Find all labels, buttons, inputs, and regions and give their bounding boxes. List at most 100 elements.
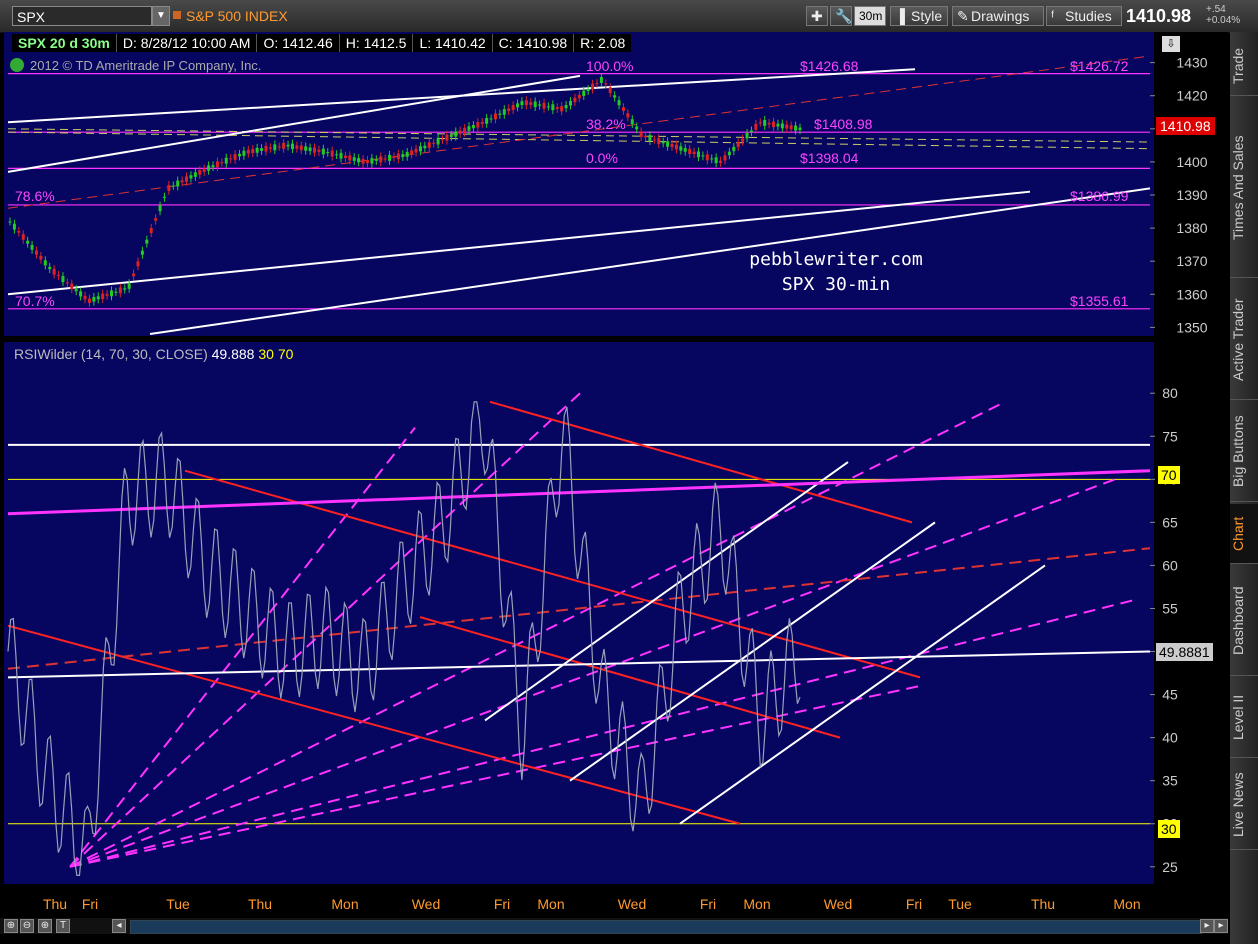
candle-body bbox=[608, 87, 612, 94]
bar-range: R: 2.08 bbox=[573, 34, 631, 52]
time-scrollbar[interactable]: ⊕ ⊖ ⊕ T ◂ ▸ ▸ bbox=[0, 918, 1228, 934]
candle-body bbox=[132, 273, 136, 277]
candle-body bbox=[233, 154, 237, 160]
candle-body bbox=[401, 154, 405, 158]
rsi-header: RSIWilder (14, 70, 30, CLOSE) 49.888 30 … bbox=[14, 346, 293, 362]
candle-body bbox=[516, 103, 520, 108]
candle-body bbox=[741, 138, 745, 142]
candle-body bbox=[295, 145, 299, 149]
candle-body bbox=[277, 146, 281, 148]
zoom-out-icon[interactable]: ⊖ bbox=[20, 919, 34, 933]
bar-close: C: 1410.98 bbox=[491, 34, 574, 52]
candle-body bbox=[754, 123, 758, 130]
candle-body bbox=[410, 150, 414, 155]
candle-body bbox=[604, 83, 608, 85]
tab-dashboard[interactable]: Dashboard bbox=[1230, 566, 1258, 676]
dashed-trendline bbox=[7, 128, 1151, 143]
rsi-white-channel bbox=[484, 461, 849, 722]
candle-body bbox=[61, 276, 65, 283]
candle-body bbox=[533, 101, 537, 108]
rsi-70-tag: 70 bbox=[1158, 466, 1180, 484]
candle-body bbox=[171, 185, 175, 187]
zoom-in-icon[interactable]: ⊕ bbox=[4, 919, 18, 933]
tab-times-and-sales[interactable]: Times And Sales bbox=[1230, 98, 1258, 278]
candle-body bbox=[569, 101, 573, 106]
candle-body bbox=[794, 125, 798, 131]
rsi-ytick-label: 65 bbox=[1162, 514, 1178, 530]
zoom-box-icon[interactable]: ⊕ bbox=[38, 919, 52, 933]
scroll-track[interactable] bbox=[130, 920, 1202, 934]
chart-svg: 1350136013701380139014001410142014302530… bbox=[7, 55, 1208, 912]
candle-body bbox=[511, 105, 515, 111]
tab-live-news[interactable]: Live News bbox=[1230, 760, 1258, 850]
rsi-ytick-label: 35 bbox=[1162, 773, 1178, 789]
fib-707: 70.7% bbox=[15, 293, 55, 309]
pane-menu-icon[interactable]: ⇩ bbox=[1162, 36, 1180, 52]
candle-body bbox=[383, 158, 387, 160]
scroll-left-icon[interactable]: ◂ bbox=[112, 919, 126, 933]
candle-body bbox=[17, 231, 21, 233]
candle-body bbox=[304, 146, 308, 151]
tab-active-trader[interactable]: Active Trader bbox=[1230, 280, 1258, 400]
tab-chart[interactable]: Chart bbox=[1230, 504, 1258, 564]
candle-body bbox=[290, 143, 294, 150]
candle-body bbox=[330, 150, 334, 157]
scroll-end-icon[interactable]: ▸ bbox=[1214, 919, 1228, 933]
candle-body bbox=[127, 283, 131, 289]
candle-body bbox=[321, 148, 325, 155]
candle-body bbox=[714, 157, 718, 164]
candle-body bbox=[361, 158, 365, 164]
candle-body bbox=[785, 124, 789, 129]
candle-body bbox=[621, 107, 625, 111]
candle-body bbox=[118, 287, 122, 294]
scroll-right-icon[interactable]: ▸ bbox=[1200, 919, 1214, 933]
candle-body bbox=[445, 134, 449, 141]
x-axis-label: Fri bbox=[494, 896, 510, 912]
text-tool-icon[interactable]: T bbox=[56, 919, 70, 933]
candle-body bbox=[688, 148, 692, 154]
candle-body bbox=[520, 101, 524, 106]
price-ytick-label: 1400 bbox=[1176, 154, 1207, 170]
candle-body bbox=[229, 158, 233, 160]
candle-body bbox=[207, 165, 211, 171]
rsi-ytick-label: 55 bbox=[1162, 600, 1178, 616]
rsi-red-dashed bbox=[7, 547, 1151, 670]
settings-gear-icon[interactable] bbox=[10, 58, 24, 72]
candle-body bbox=[185, 176, 189, 182]
candle-body bbox=[43, 260, 47, 266]
candle-body bbox=[215, 161, 219, 168]
candle-body bbox=[723, 155, 727, 161]
level-1386-99: $1386.99 bbox=[1070, 188, 1129, 204]
candle-body bbox=[577, 94, 581, 99]
tab-level-ii[interactable]: Level II bbox=[1230, 678, 1258, 758]
candle-body bbox=[613, 95, 617, 98]
tab-big-buttons[interactable]: Big Buttons bbox=[1230, 402, 1258, 502]
rsi-white-channel bbox=[569, 521, 936, 782]
candle-body bbox=[220, 162, 224, 164]
candle-body bbox=[705, 154, 709, 161]
price-ytick-label: 1370 bbox=[1176, 253, 1207, 269]
bar-low: L: 1410.42 bbox=[412, 34, 491, 52]
candle-body bbox=[211, 165, 215, 168]
candle-body bbox=[471, 125, 475, 129]
candle-body bbox=[193, 172, 197, 177]
candle-body bbox=[758, 122, 762, 124]
candle-body bbox=[661, 141, 665, 144]
x-axis-label: Wed bbox=[618, 896, 647, 912]
fib-0: 0.0% bbox=[586, 150, 618, 166]
level-1426-72: $1426.72 bbox=[1070, 58, 1129, 74]
candle-body bbox=[657, 138, 661, 144]
candle-body bbox=[780, 123, 784, 129]
rsi-ytick-label: 25 bbox=[1162, 859, 1178, 875]
candle-body bbox=[798, 127, 802, 131]
candle-body bbox=[30, 244, 34, 250]
candle-body bbox=[414, 148, 418, 153]
watermark-line1: pebblewriter.com bbox=[749, 249, 923, 270]
tab-trade[interactable]: Trade bbox=[1230, 36, 1258, 96]
rsi-ob: 30 bbox=[258, 346, 274, 362]
candle-body bbox=[70, 283, 74, 290]
candle-body bbox=[436, 138, 440, 145]
rsi-os: 70 bbox=[277, 346, 294, 362]
candle-body bbox=[268, 147, 272, 149]
candle-body bbox=[582, 90, 586, 96]
